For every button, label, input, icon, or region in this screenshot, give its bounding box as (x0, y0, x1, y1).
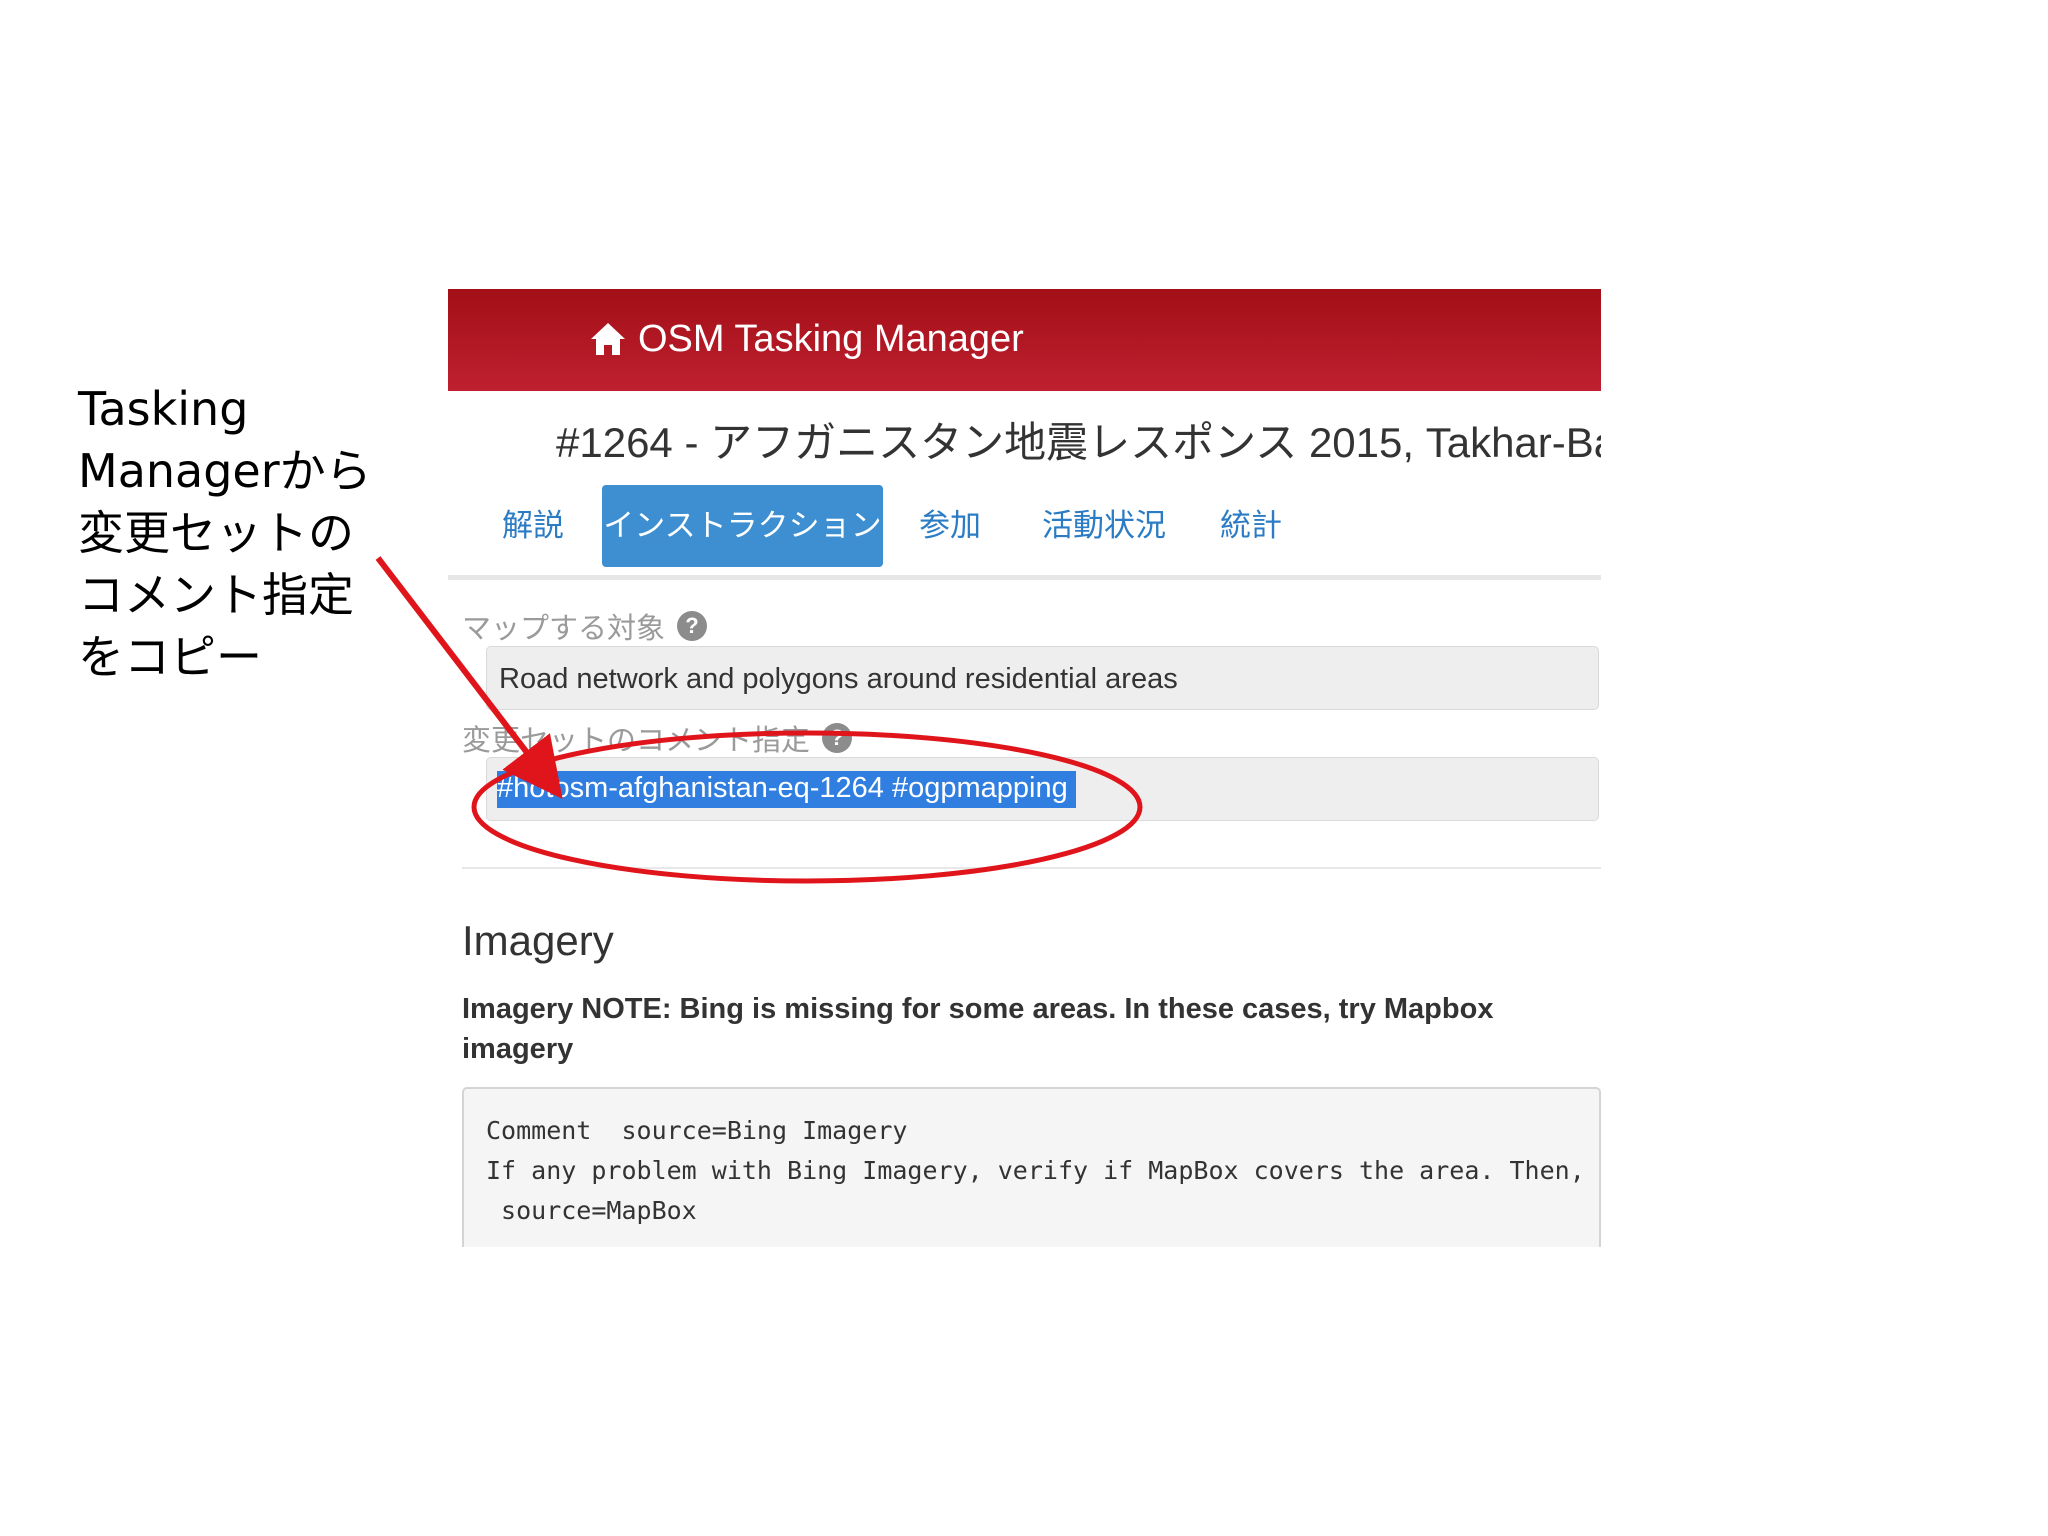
code-line: Comment source=Bing Imagery (486, 1116, 908, 1145)
tab-instructions[interactable]: インストラクション (602, 485, 883, 567)
brand-link[interactable]: OSM Tasking Manager (588, 313, 1024, 365)
slide-annotation: Tasking Managerから 変更セットの コメント指定 をコピー (78, 378, 398, 688)
tasking-manager-screenshot: OSM Tasking Manager #1264 - アフガニスタン地震レスポ… (448, 289, 1601, 1247)
annotation-line: Managerから (78, 444, 372, 498)
tabs-divider (448, 575, 1601, 580)
map-target-label: マップする対象 ? (462, 605, 708, 647)
project-tabs: 解説 インストラクション 参加 活動状況 統計 (448, 485, 1601, 580)
map-target-field[interactable]: Road network and polygons around residen… (486, 646, 1599, 710)
brand-title: OSM Tasking Manager (638, 317, 1024, 360)
changeset-comment-field[interactable]: #hotosm-afghanistan-eq-1264 #ogpmapping (486, 757, 1599, 821)
tab-description[interactable]: 解説 (488, 485, 578, 567)
map-target-value: Road network and polygons around residen… (499, 663, 1178, 695)
annotation-line: コメント指定 (78, 568, 354, 622)
imagery-code-block: Comment source=Bing Imagery If any probl… (462, 1087, 1601, 1247)
annotation-line: Tasking (78, 382, 249, 436)
tab-activity[interactable]: 活動状況 (1034, 485, 1174, 567)
code-line: If any problem with Bing Imagery, verify… (486, 1156, 1585, 1185)
imagery-heading: Imagery (462, 917, 614, 964)
annotation-line: 変更セットの (78, 506, 354, 560)
code-line: source=MapBox (486, 1196, 697, 1225)
tab-contribute[interactable]: 参加 (910, 485, 990, 567)
imagery-note: Imagery NOTE: Bing is missing for some a… (462, 993, 1494, 1065)
map-target-label-text: マップする対象 (462, 613, 666, 645)
project-title: #1264 - アフガニスタン地震レスポンス 2015, Takhar-Bad (556, 419, 1601, 466)
tab-stats[interactable]: 統計 (1210, 485, 1292, 567)
annotation-line: をコピー (78, 630, 262, 684)
changeset-comment-value[interactable]: #hotosm-afghanistan-eq-1264 #ogpmapping (497, 771, 1076, 808)
help-icon[interactable]: ? (677, 611, 708, 641)
changeset-comment-label-text: 変更セットのコメント指定 (462, 725, 811, 757)
changeset-comment-label: 変更セットのコメント指定 ? (462, 717, 853, 759)
home-icon (591, 323, 625, 355)
navbar: OSM Tasking Manager (448, 289, 1601, 391)
section-divider (462, 867, 1601, 869)
help-icon[interactable]: ? (822, 723, 853, 753)
